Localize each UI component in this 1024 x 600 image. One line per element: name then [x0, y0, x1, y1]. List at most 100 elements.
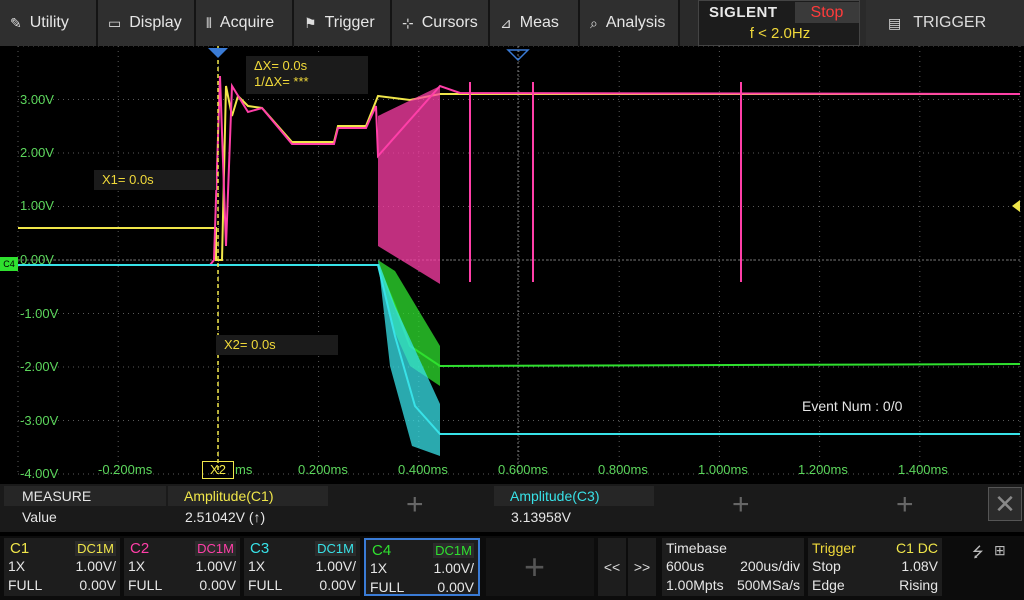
menu-analysis[interactable]: ⌕ Analysis [580, 0, 680, 46]
trigger-panel[interactable]: Trigger C1 DC Stop 1.08V Edge Rising [808, 538, 942, 596]
menu-cursors-label: Cursors [421, 14, 478, 31]
x2-marker[interactable]: X2 [202, 461, 234, 479]
status-bar: C1 DC1M 1X 1.00V/ FULL 0.00V C2 DC1M 1X 1.0… [0, 536, 1024, 600]
channel-probe: 1X [128, 558, 146, 574]
channel-offset: 0.00V [319, 577, 356, 593]
prev-page-button[interactable]: << [598, 538, 626, 596]
measure-1-arrow: (↑) [248, 509, 266, 525]
close-measure-button[interactable]: ✕ [988, 487, 1022, 521]
time-label: 0.600ms [498, 462, 548, 477]
cursor-delta-readout: ΔX= 0.0s 1/ΔX= *** [246, 56, 368, 94]
cursor-cross-icon: ⊹ [402, 14, 414, 31]
trigger-menu-label: TRIGGER [913, 14, 987, 31]
time-label: 1.200ms [798, 462, 848, 477]
measure-1-value: 2.51042V (↑) [185, 509, 265, 525]
menu-display-label: Display [129, 14, 182, 31]
time-label: 0.800ms [598, 462, 648, 477]
trigger-level: 1.08V [901, 558, 938, 574]
menu-meas[interactable]: ⊿ Meas [490, 0, 580, 46]
measure-2-name[interactable]: Amplitude(C3) [494, 486, 654, 506]
channel-scale: 1.00V/ [315, 558, 356, 574]
channel-bandwidth: FULL [248, 577, 283, 593]
channel-coupling: DC1M [315, 541, 356, 556]
volt-label: 2.00V [20, 145, 54, 160]
add-measure-slot[interactable]: + [406, 488, 424, 522]
trigger-slope: Rising [899, 577, 938, 593]
measure-1-name[interactable]: Amplitude(C1) [168, 486, 328, 506]
event-number: Event Num : 0/0 [802, 398, 903, 414]
ch4-waveform [18, 264, 1021, 368]
measure-value-label: Value [22, 509, 57, 525]
add-measure-slot[interactable]: + [896, 488, 914, 522]
usb-icon: ⭍ [972, 544, 984, 560]
waveform-display[interactable]: 3.00V 2.00V 1.00V 0.00V -1.00V -2.00V -3… [0, 46, 1024, 481]
memory-depth: 1.00Mpts [666, 577, 724, 593]
time-label: 0.400ms [398, 462, 448, 477]
trigger-frequency: f < 2.0Hz [749, 25, 811, 42]
add-channel-slot[interactable]: + [486, 538, 594, 596]
channel-c4-panel[interactable]: C4 DC1M 1X 1.00V/ FULL 0.00V [364, 538, 480, 596]
menu-cursors[interactable]: ⊹ Cursors [392, 0, 490, 46]
channel-c1-panel[interactable]: C1 DC1M 1X 1.00V/ FULL 0.00V [4, 538, 120, 596]
menu-meas-label: Meas [519, 14, 559, 31]
delta-x-value: ΔX= 0.0s [254, 58, 308, 73]
trigger-title: Trigger [812, 540, 856, 556]
menu-acquire[interactable]: ⫴ Acquire [196, 0, 294, 46]
channel-offset: 0.00V [437, 579, 474, 595]
network-icon: ⊞ [994, 542, 1006, 558]
add-measure-slot[interactable]: + [732, 488, 750, 522]
menu-analysis-label: Analysis [605, 14, 666, 31]
menu-acquire-label: Acquire [219, 14, 275, 31]
volt-label: -1.00V [20, 306, 59, 321]
channel-name: C3 [250, 540, 270, 557]
channel-name: C2 [130, 540, 150, 557]
channel-scale: 1.00V/ [433, 560, 474, 576]
timebase-panel[interactable]: Timebase 600us 200us/div 1.00Mpts 500MSa/s [662, 538, 804, 596]
channel-scale: 1.00V/ [75, 558, 116, 574]
time-label: 1.400ms [898, 462, 948, 477]
menu-trigger[interactable]: ⚑ Trigger [294, 0, 392, 46]
channel-coupling: DC1M [433, 543, 474, 558]
channel-coupling: DC1M [75, 541, 116, 556]
ch4-offset-marker[interactable]: C4 [0, 257, 18, 271]
menu-utility-label: Utility [29, 14, 69, 31]
next-page-button[interactable]: >> [628, 538, 656, 596]
volt-label: -2.00V [20, 359, 59, 374]
channel-bandwidth: FULL [128, 577, 163, 593]
plus-icon: + [524, 546, 546, 587]
trigger-position-marker [208, 48, 228, 58]
analysis-icon: ⌕ [590, 14, 598, 31]
wrench-icon: ✎ [10, 14, 22, 31]
timebase-scale: 200us/div [740, 558, 800, 574]
channel-bandwidth: FULL [370, 579, 405, 595]
volt-label: -3.00V [20, 413, 59, 428]
volt-label: -4.00V [20, 466, 59, 481]
timebase-delay: 600us [666, 558, 705, 574]
menu-utility[interactable]: ✎ Utility [0, 0, 98, 46]
timebase-title: Timebase [666, 540, 727, 556]
trigger-type: Edge [812, 577, 845, 593]
channel-bandwidth: FULL [8, 577, 43, 593]
acquire-icon: ⫴ [206, 14, 212, 31]
menu-trigger-label: Trigger [324, 14, 375, 31]
trigger-source: C1 DC [895, 540, 938, 556]
x1-readout: X1= 0.0s [94, 170, 216, 190]
channel-name: C4 [372, 542, 392, 559]
status-panel: SIGLENT Stop f < 2.0Hz [698, 0, 860, 46]
graticule [17, 46, 1021, 475]
volt-label: 0.00V [20, 252, 54, 267]
ch2-envelope [378, 86, 440, 284]
measure-title: MEASURE [4, 486, 166, 506]
channel-c3-panel[interactable]: C3 DC1M 1X 1.00V/ FULL 0.00V [244, 538, 360, 596]
list-icon: ▤ [888, 14, 902, 31]
volt-label: 3.00V [20, 92, 54, 107]
channel-c2-panel[interactable]: C2 DC1M 1X 1.00V/ FULL 0.00V [124, 538, 240, 596]
top-menu-bar: ✎ Utility ▭ Display ⫴ Acquire ⚑ Trigger … [0, 0, 1024, 46]
trigger-menu-button[interactable]: ▤ TRIGGER [866, 0, 1024, 46]
measure-1-reading: 2.51042V [185, 509, 245, 525]
time-label: -0.200ms [98, 462, 153, 477]
menu-display[interactable]: ▭ Display [98, 0, 196, 46]
trigger-level-marker [1012, 200, 1020, 212]
channel-name: C1 [10, 540, 30, 557]
run-stop-indicator[interactable]: Stop [795, 2, 859, 23]
